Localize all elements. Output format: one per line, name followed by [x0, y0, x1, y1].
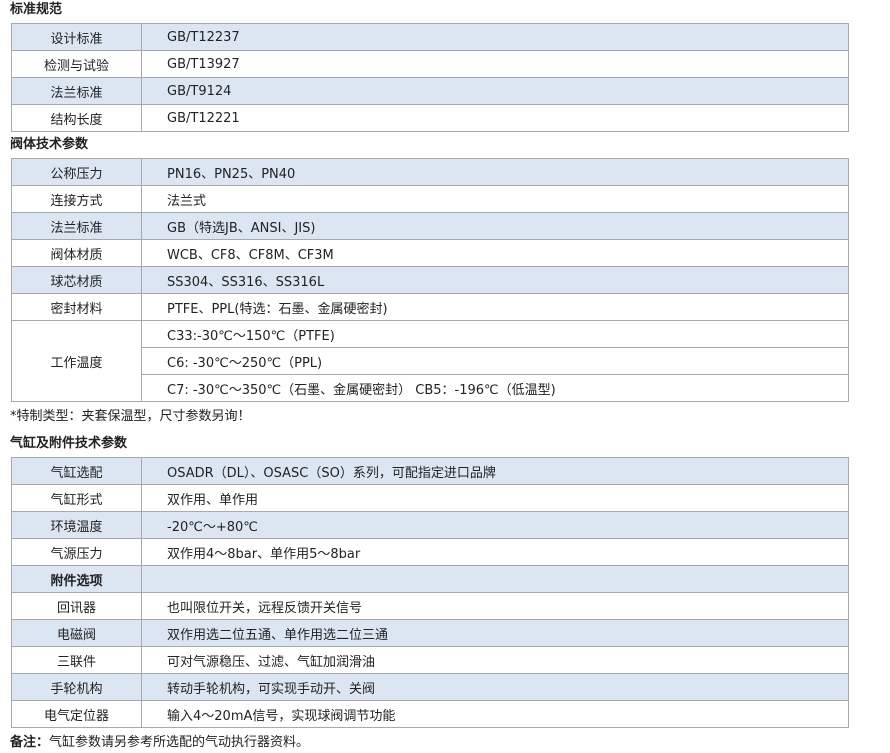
- temperature-value: C6: -30℃～250℃（PPL): [141, 347, 849, 375]
- row-value: SS304、SS316、SS316L: [141, 266, 849, 294]
- table-row: 环境温度 -20℃～+80℃: [11, 511, 849, 539]
- row-value: 法兰式: [141, 185, 849, 213]
- table-row: 阀体材质 WCB、CF8、CF8M、CF3M: [11, 239, 849, 267]
- row-label: 法兰标准: [11, 212, 142, 240]
- standards-table: 设计标准 GB/T12237 检测与试验 GB/T13927 法兰标准 GB/T…: [11, 23, 849, 132]
- table-row: 法兰标准 GB（特选JB、ANSI、JIS): [11, 212, 849, 240]
- row-label: 结构长度: [11, 104, 142, 132]
- row-value: -20℃～+80℃: [141, 511, 849, 539]
- row-value: 可对气源稳压、过滤、气缸加润滑油: [141, 646, 849, 674]
- body-params-table: 公称压力 PN16、PN25、PN40 连接方式 法兰式 法兰标准 GB（特选J…: [11, 158, 849, 402]
- section-title-body-params: 阀体技术参数: [10, 137, 89, 152]
- table-row: 设计标准 GB/T12237: [11, 23, 849, 51]
- table-row: 三联件 可对气源稳压、过滤、气缸加润滑油: [11, 646, 849, 674]
- table-row: 气缸选配 OSADR（DL）、OSASC（SO）系列，可配指定进口品牌: [11, 457, 849, 485]
- row-value: OSADR（DL）、OSASC（SO）系列，可配指定进口品牌: [141, 457, 849, 485]
- row-label: 阀体材质: [11, 239, 142, 267]
- row-value: GB/T13927: [141, 50, 849, 78]
- table-row: 气源压力 双作用4～8bar、单作用5～8bar: [11, 538, 849, 566]
- row-value: GB/T12221: [141, 104, 849, 132]
- row-label: 连接方式: [11, 185, 142, 213]
- row-value: PN16、PN25、PN40: [141, 158, 849, 186]
- section-title-standards: 标准规范: [10, 2, 63, 17]
- row-label: 气缸形式: [11, 484, 142, 512]
- accessories-header-row: 附件选项: [11, 565, 849, 593]
- row-label: 设计标准: [11, 23, 142, 51]
- table-row: 检测与试验 GB/T13927: [11, 50, 849, 78]
- row-label: 电气定位器: [11, 700, 142, 728]
- table-row: 气缸形式 双作用、单作用: [11, 484, 849, 512]
- row-label: 三联件: [11, 646, 142, 674]
- row-label: 气缸选配: [11, 457, 142, 485]
- cylinder-params-table: 气缸选配 OSADR（DL）、OSASC（SO）系列，可配指定进口品牌 气缸形式…: [11, 457, 849, 728]
- temperature-value: C7: -30℃～350℃（石墨、金属硬密封） CB5：-196℃（低温型): [141, 374, 849, 402]
- table-row: 工作温度 C33:-30℃～150℃（PTFE): [11, 320, 849, 402]
- special-type-note: *特制类型：夹套保温型，尺寸参数另询！: [10, 409, 251, 424]
- footnote: 备注：气缸参数请另参考所选配的气动执行器资料。: [10, 735, 309, 751]
- row-value: 双作用选二位五通、单作用选二位三通: [141, 619, 849, 647]
- table-row: 电气定位器 输入4～20mA信号，实现球阀调节功能: [11, 700, 849, 728]
- table-row: 电磁阀 双作用选二位五通、单作用选二位三通: [11, 619, 849, 647]
- table-row: 连接方式 法兰式: [11, 185, 849, 213]
- section-title-cylinder-params: 气缸及附件技术参数: [10, 436, 128, 451]
- temperature-value: C33:-30℃～150℃（PTFE): [141, 320, 849, 348]
- table-row: 球芯材质 SS304、SS316、SS316L: [11, 266, 849, 294]
- row-value: WCB、CF8、CF8M、CF3M: [141, 239, 849, 267]
- table-row: 结构长度 GB/T12221: [11, 104, 849, 132]
- accessories-header: 附件选项: [11, 565, 142, 593]
- row-label: 环境温度: [11, 511, 142, 539]
- row-label: 气源压力: [11, 538, 142, 566]
- accessories-header-value: [141, 565, 849, 593]
- temperature-label: 工作温度: [11, 320, 142, 402]
- row-label: 球芯材质: [11, 266, 142, 294]
- row-label: 法兰标准: [11, 77, 142, 105]
- row-label: 公称压力: [11, 158, 142, 186]
- table-row: 密封材料 PTFE、PPL(特选：石墨、金属硬密封): [11, 293, 849, 321]
- row-label: 回讯器: [11, 592, 142, 620]
- row-label: 手轮机构: [11, 673, 142, 701]
- table-row: 公称压力 PN16、PN25、PN40: [11, 158, 849, 186]
- row-value: 转动手轮机构，可实现手动开、关阀: [141, 673, 849, 701]
- table-row: 法兰标准 GB/T9124: [11, 77, 849, 105]
- row-value: GB/T9124: [141, 77, 849, 105]
- row-label: 密封材料: [11, 293, 142, 321]
- row-value: GB（特选JB、ANSI、JIS): [141, 212, 849, 240]
- table-row: 回讯器 也叫限位开关，远程反馈开关信号: [11, 592, 849, 620]
- row-value: 双作用4～8bar、单作用5～8bar: [141, 538, 849, 566]
- footnote-prefix: 备注：: [10, 735, 50, 750]
- footnote-text: 气缸参数请另参考所选配的气动执行器资料。: [49, 735, 310, 750]
- table-row: 手轮机构 转动手轮机构，可实现手动开、关阀: [11, 673, 849, 701]
- row-value: PTFE、PPL(特选：石墨、金属硬密封): [141, 293, 849, 321]
- row-label: 检测与试验: [11, 50, 142, 78]
- row-value: 双作用、单作用: [141, 484, 849, 512]
- row-label: 电磁阀: [11, 619, 142, 647]
- row-value: 也叫限位开关，远程反馈开关信号: [141, 592, 849, 620]
- row-value: GB/T12237: [141, 23, 849, 51]
- row-value: 输入4～20mA信号，实现球阀调节功能: [141, 700, 849, 728]
